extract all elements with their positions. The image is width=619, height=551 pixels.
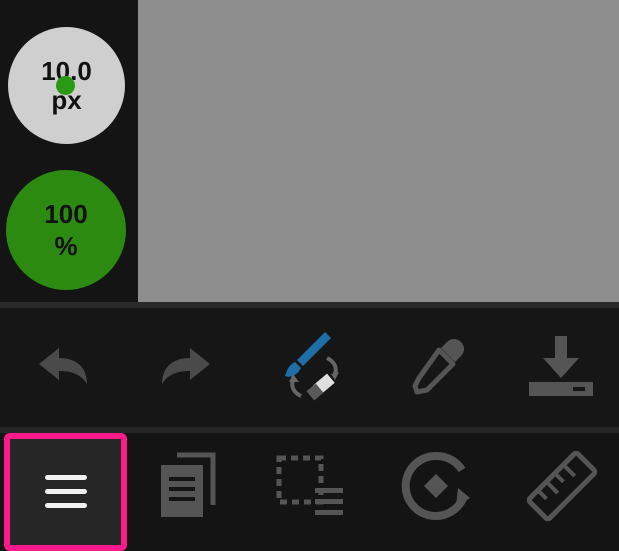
left-panel: 10.0 px 100 % bbox=[0, 0, 138, 302]
transform-icon bbox=[401, 451, 470, 520]
eyedropper-icon bbox=[412, 339, 464, 395]
brush-size-control[interactable]: 10.0 px bbox=[8, 27, 125, 144]
redo-icon bbox=[162, 348, 210, 384]
download-icon bbox=[529, 336, 593, 396]
selection-button[interactable] bbox=[262, 436, 362, 536]
brush-eraser-toggle[interactable] bbox=[261, 316, 361, 416]
undo-icon bbox=[39, 348, 87, 384]
download-button[interactable] bbox=[511, 316, 611, 416]
ruler-button[interactable] bbox=[512, 436, 612, 536]
redo-button[interactable] bbox=[136, 316, 236, 416]
selection-icon bbox=[276, 455, 343, 515]
menu-button[interactable] bbox=[4, 433, 127, 551]
transform-button[interactable] bbox=[386, 436, 486, 536]
eyedropper-button[interactable] bbox=[387, 316, 487, 416]
brush-opacity-control[interactable]: 100 % bbox=[6, 170, 126, 290]
layers-button[interactable] bbox=[137, 436, 237, 536]
tool-toolbar bbox=[0, 308, 619, 427]
undo-button[interactable] bbox=[13, 316, 113, 416]
brush-opacity-unit: % bbox=[54, 231, 78, 261]
menu-icon bbox=[44, 475, 87, 508]
brush-eraser-toggle-icon bbox=[285, 332, 339, 401]
brush-color-dot bbox=[56, 76, 75, 95]
drawing-canvas[interactable] bbox=[138, 0, 619, 302]
ruler-icon bbox=[526, 450, 598, 522]
brush-opacity-value: 100 bbox=[44, 198, 88, 229]
layers-icon bbox=[161, 452, 216, 517]
